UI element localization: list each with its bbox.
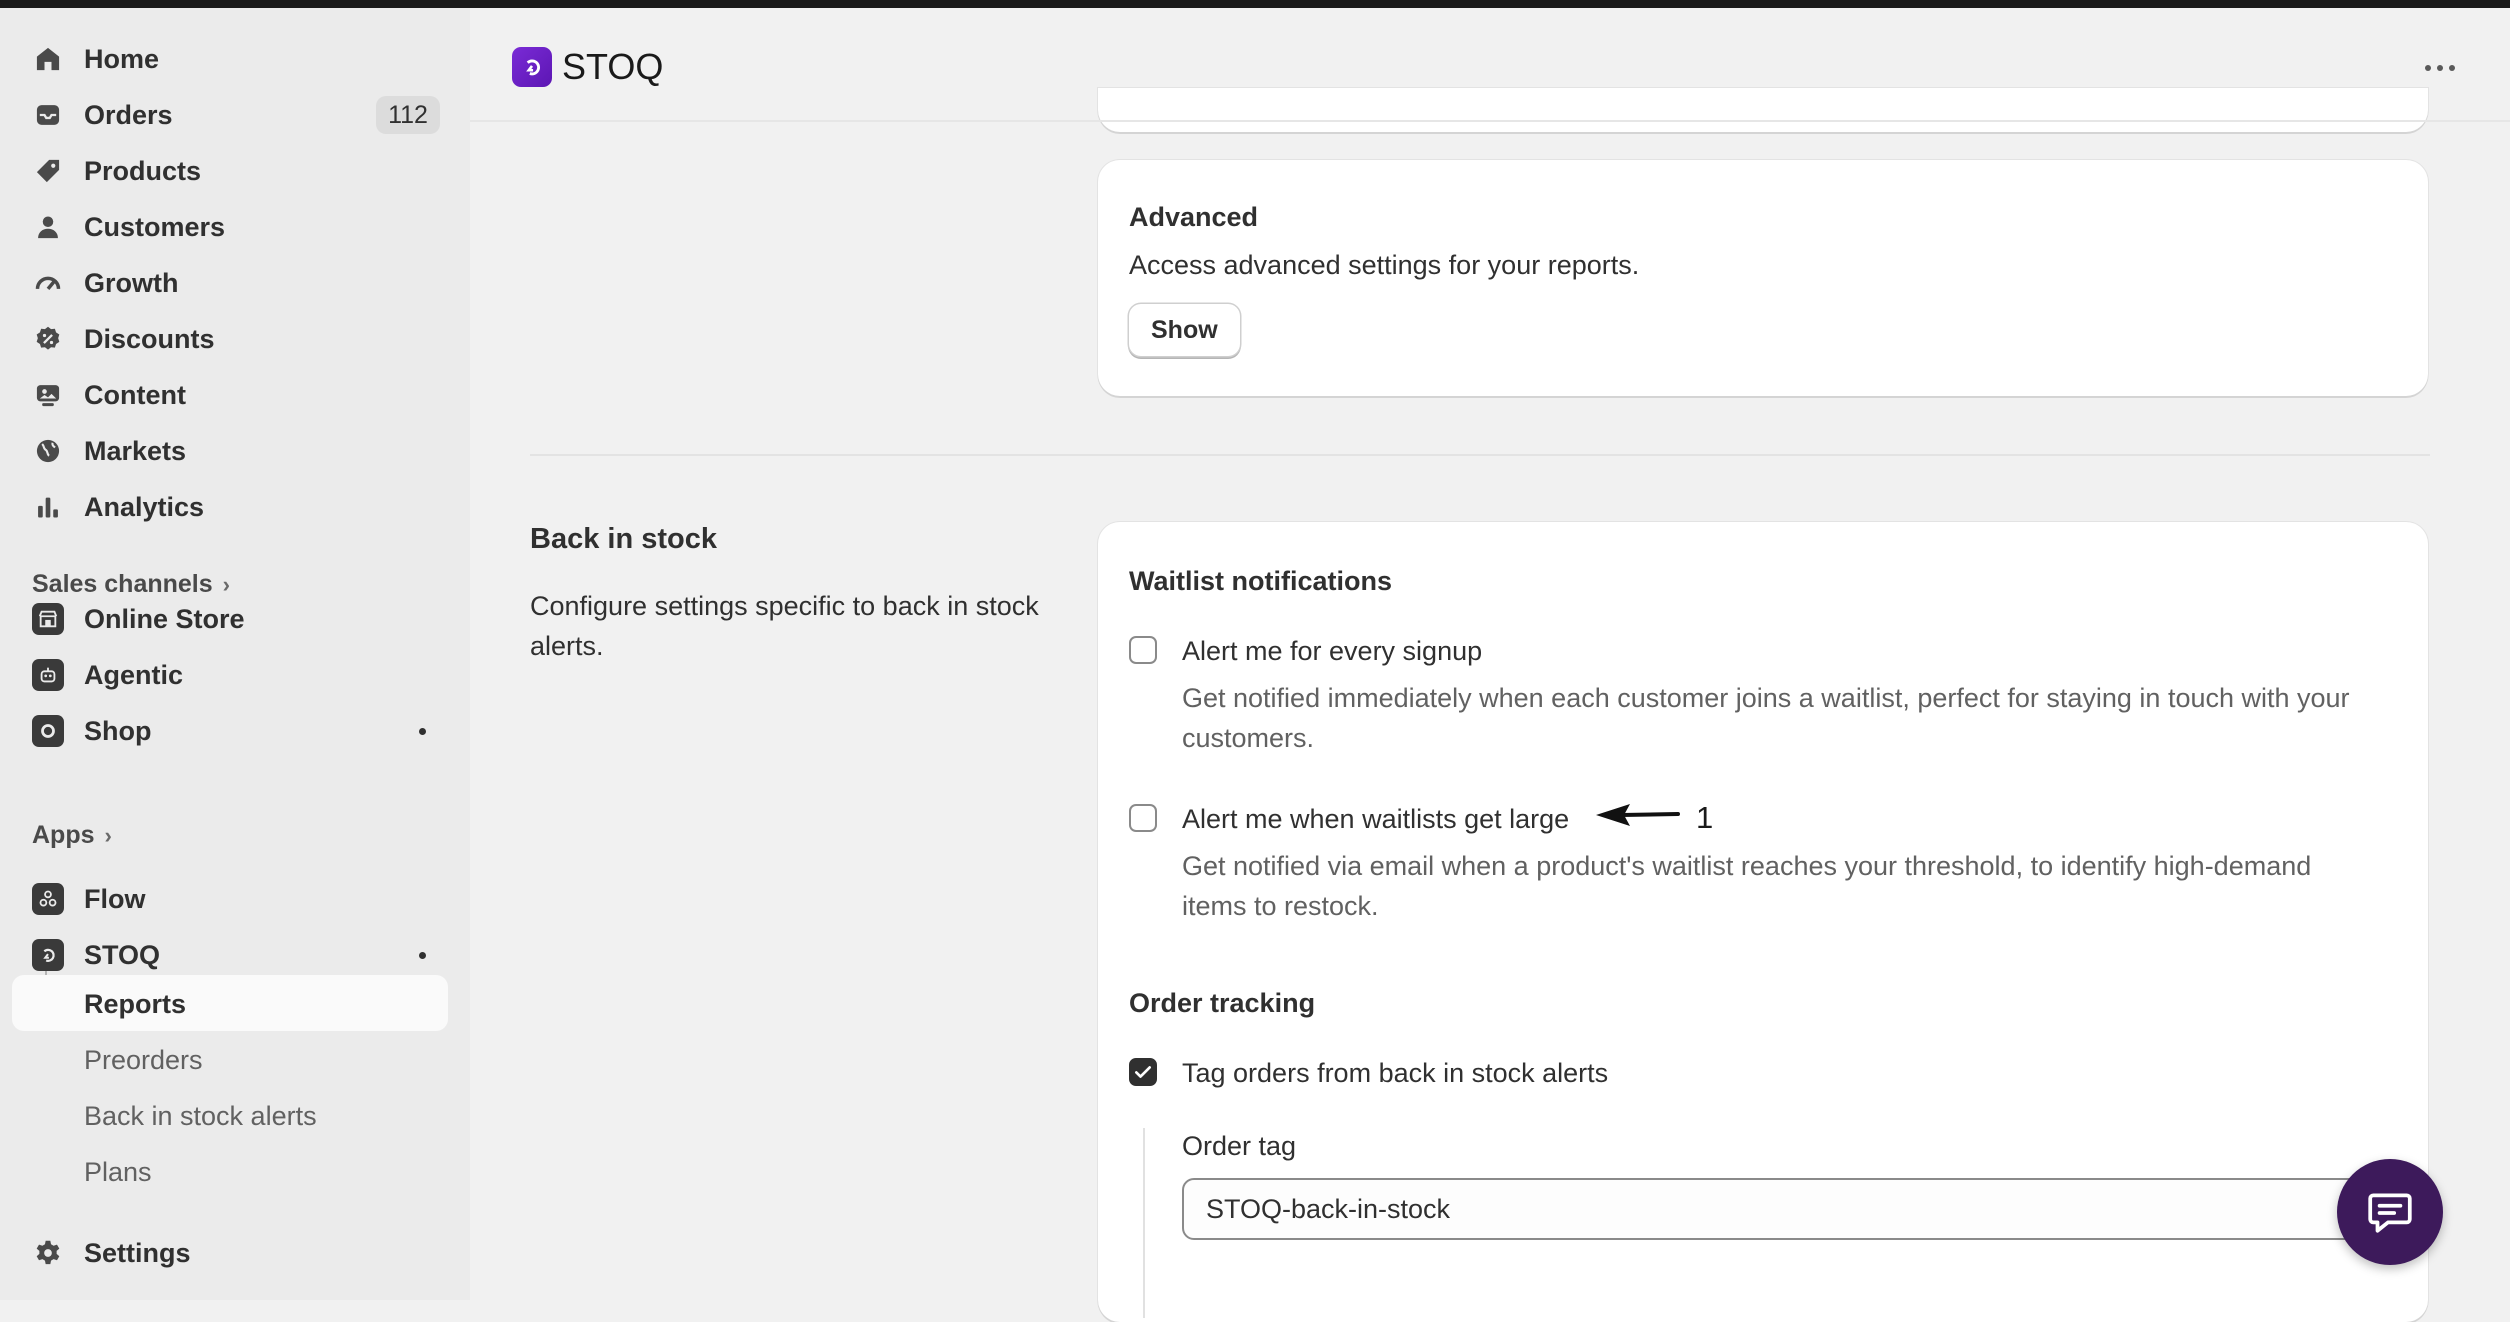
sidebar-subitem-plans[interactable]: Plans xyxy=(12,1143,448,1199)
advanced-card: Advanced Access advanced settings for yo… xyxy=(1098,160,2428,396)
status-dot xyxy=(419,952,426,959)
sidebar-item-orders[interactable]: Orders 112 xyxy=(12,87,448,143)
flow-icon xyxy=(32,883,64,915)
dot-icon xyxy=(2449,65,2455,71)
gauge-icon xyxy=(32,267,64,299)
section-title: Back in stock xyxy=(530,523,717,555)
sidebar-item-shop[interactable]: Shop xyxy=(12,703,448,759)
checkbox-label: Alert me for every signup xyxy=(1182,636,1483,666)
sidebar-item-label: Home xyxy=(84,43,160,74)
sidebar-item-label: Shop xyxy=(84,715,152,746)
sidebar-item-label: Reports xyxy=(84,989,187,1019)
sidebar-item-label: Agentic xyxy=(84,659,184,690)
main-content: STOQ Advanced Access advanced settings f… xyxy=(470,8,2510,1322)
sidebar-item-label: Online Store xyxy=(84,603,245,634)
sidebar-item-settings[interactable]: Settings xyxy=(12,1225,448,1281)
sidebar-item-discounts[interactable]: Discounts xyxy=(12,311,448,367)
waitlist-notifications-heading: Waitlist notifications xyxy=(1129,566,1392,596)
page-title: STOQ xyxy=(562,46,664,87)
sidebar-item-label: Customers xyxy=(84,211,226,242)
more-options-button[interactable] xyxy=(2420,56,2460,80)
section-description: Configure settings specific to back in s… xyxy=(530,591,1039,661)
chevron-right-icon: › xyxy=(104,822,112,848)
chat-button[interactable] xyxy=(2337,1159,2443,1265)
order-tag-label: Order tag xyxy=(1182,1131,1297,1161)
sidebar-item-label: Growth xyxy=(84,267,179,298)
tag-icon xyxy=(32,155,64,187)
stoq-logo-icon xyxy=(512,47,552,87)
checkbox-help-text: Get notified immediately when each custo… xyxy=(1182,683,2350,753)
sidebar-item-label: Discounts xyxy=(84,323,215,354)
sidebar-item-label: Plans xyxy=(84,1157,152,1187)
indent-rule xyxy=(1143,1128,1145,1318)
sidebar-subitem-preorders[interactable]: Preorders xyxy=(12,1031,448,1087)
sidebar-item-flow[interactable]: Flow xyxy=(12,871,448,927)
inbox-icon xyxy=(32,99,64,131)
status-dot xyxy=(419,728,426,735)
dot-icon xyxy=(2425,65,2431,71)
section-label: Apps xyxy=(32,821,95,849)
tag-orders-checkbox[interactable] xyxy=(1129,1058,1157,1086)
sidebar-item-products[interactable]: Products xyxy=(12,143,448,199)
alert-waitlists-large-checkbox[interactable] xyxy=(1129,804,1157,832)
checkbox-help-text: Get notified via email when a product's … xyxy=(1182,851,2312,921)
sidebar-item-label: Orders xyxy=(84,99,173,130)
alert-every-signup-checkbox[interactable] xyxy=(1129,636,1157,664)
order-tag-input[interactable]: STOQ-back-in-stock xyxy=(1182,1178,2407,1240)
sidebar-item-agentic[interactable]: Agentic xyxy=(12,647,448,703)
window-top-bar xyxy=(0,0,2510,8)
robot-icon xyxy=(32,659,64,691)
sidebar-subitem-back-in-stock-alerts[interactable]: Back in stock alerts xyxy=(12,1087,448,1143)
sidebar-item-label: STOQ xyxy=(84,939,161,970)
show-button[interactable]: Show xyxy=(1129,304,1240,356)
sidebar-subitem-reports[interactable]: Reports xyxy=(12,975,448,1031)
apps-header[interactable]: Apps › xyxy=(32,821,112,850)
section-divider xyxy=(530,454,2430,456)
orders-count-badge: 112 xyxy=(376,96,440,134)
sidebar-item-label: Analytics xyxy=(84,491,205,522)
annotation-number: 1 xyxy=(1696,800,1714,835)
sidebar-item-growth[interactable]: Growth xyxy=(12,255,448,311)
checkbox-label: Tag orders from back in stock alerts xyxy=(1182,1058,1609,1088)
sidebar-item-label: Markets xyxy=(84,435,187,466)
card-description: Access advanced settings for your report… xyxy=(1129,250,1640,280)
sidebar-item-label: Back in stock alerts xyxy=(84,1101,317,1131)
shop-icon xyxy=(32,715,64,747)
sidebar-item-home[interactable]: Home xyxy=(12,31,448,87)
stoq-app-icon xyxy=(32,939,64,971)
sidebar-item-online-store[interactable]: Online Store xyxy=(12,591,448,647)
discount-icon xyxy=(32,323,64,355)
gear-icon xyxy=(32,1237,64,1269)
checkmark-icon xyxy=(1135,1066,1151,1078)
sidebar-item-label: Settings xyxy=(84,1237,191,1268)
dot-icon xyxy=(2437,65,2443,71)
sidebar-item-analytics[interactable]: Analytics xyxy=(12,479,448,535)
sidebar-item-content[interactable]: Content xyxy=(12,367,448,423)
home-icon xyxy=(32,43,64,75)
sidebar-item-label: Products xyxy=(84,155,202,186)
chat-icon xyxy=(2368,1193,2412,1233)
sidebar-item-label: Flow xyxy=(84,883,146,914)
globe-icon xyxy=(32,435,64,467)
header-divider xyxy=(470,120,2510,122)
card-heading: Advanced xyxy=(1129,202,1259,232)
sidebar-item-customers[interactable]: Customers xyxy=(12,199,448,255)
sidebar-item-label: Content xyxy=(84,379,186,410)
checkbox-label: Alert me when waitlists get large xyxy=(1182,804,1570,834)
sidebar: Home Orders 112 Products Customers Growt… xyxy=(0,8,470,1300)
app-header: STOQ xyxy=(512,46,663,88)
sidebar-item-label: Preorders xyxy=(84,1045,203,1075)
storefront-icon xyxy=(32,603,64,635)
person-icon xyxy=(32,211,64,243)
order-tracking-heading: Order tracking xyxy=(1129,988,1316,1018)
bar-chart-icon xyxy=(32,491,64,523)
previous-card xyxy=(1098,88,2428,132)
sidebar-item-markets[interactable]: Markets xyxy=(12,423,448,479)
content-icon xyxy=(32,379,64,411)
arrow-left-icon xyxy=(1596,804,1680,826)
